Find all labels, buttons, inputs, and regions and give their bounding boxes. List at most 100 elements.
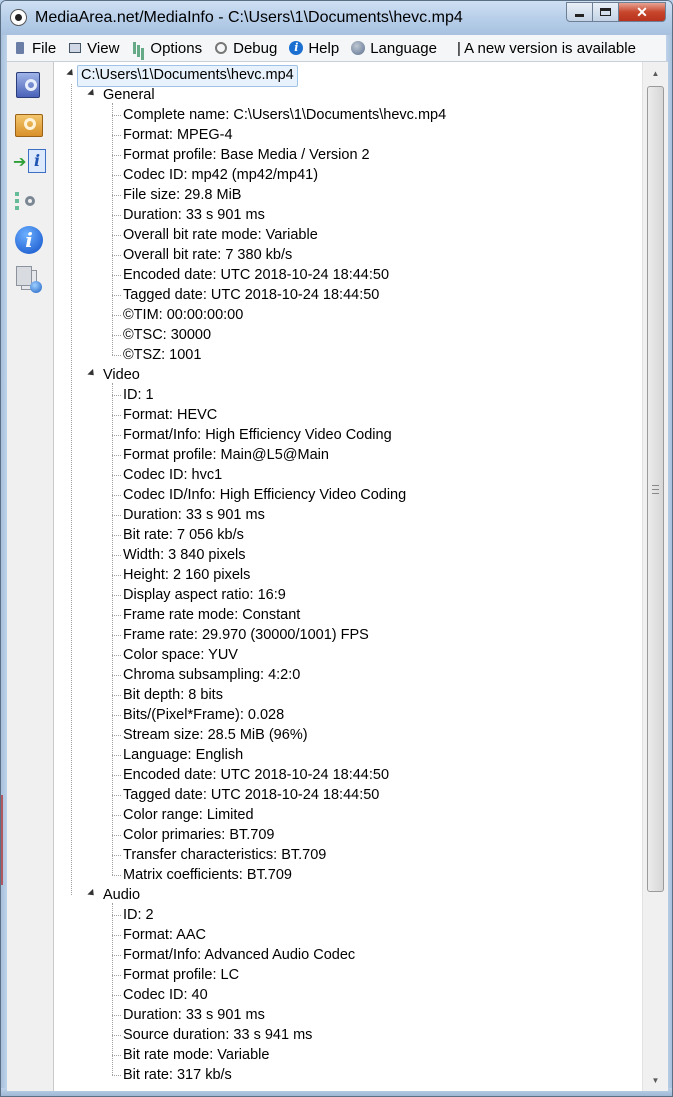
knowledge-base-button[interactable] <box>13 264 45 296</box>
tree-item[interactable]: Format: HEVC <box>123 405 217 425</box>
open-folder-button[interactable] <box>13 106 45 138</box>
tree-root-node[interactable]: C:\Users\1\Documents\hevc.mp4 <box>77 65 298 87</box>
tree-item[interactable]: Duration: 33 s 901 ms <box>123 1005 265 1025</box>
tree-item[interactable]: Bit rate: 7 056 kb/s <box>123 525 244 545</box>
minimize-button[interactable] <box>566 2 593 22</box>
about-button[interactable] <box>13 224 45 256</box>
maximize-button[interactable] <box>593 2 619 22</box>
tree-item[interactable]: Width: 3 840 pixels <box>123 545 246 565</box>
tree-item[interactable]: Frame rate: 29.970 (30000/1001) FPS <box>123 625 369 645</box>
tree-item[interactable]: Color space: YUV <box>123 645 238 665</box>
tree-item[interactable]: Bit rate mode: Variable <box>123 1045 269 1065</box>
tree-item[interactable]: Display aspect ratio: 16:9 <box>123 585 286 605</box>
tree-item[interactable]: Complete name: C:\Users\1\Documents\hevc… <box>123 105 446 125</box>
tree-item[interactable]: Format: MPEG-4 <box>123 125 233 145</box>
side-toolbar <box>7 62 54 1091</box>
scroll-down-arrow-icon[interactable]: ▼ <box>643 1069 668 1091</box>
tree-item[interactable]: Duration: 33 s 901 ms <box>123 505 265 525</box>
info-tree-view[interactable]: C:\Users\1\Documents\hevc.mp4 General Com… <box>54 62 642 1091</box>
language-globe-icon <box>351 41 366 55</box>
root-expander-icon[interactable] <box>66 68 76 79</box>
menu-language[interactable]: Language <box>345 40 443 57</box>
tree-connector-line <box>112 855 121 856</box>
menu-view[interactable]: View <box>62 40 125 57</box>
tree-item[interactable]: Encoded date: UTC 2018-10-24 18:44:50 <box>123 265 389 285</box>
tree-section-audio[interactable]: Audio <box>103 885 140 905</box>
scroll-up-arrow-icon[interactable]: ▲ <box>643 62 668 84</box>
tree-item[interactable]: Tagged date: UTC 2018-10-24 18:44:50 <box>123 785 379 805</box>
tree-item[interactable]: Bit depth: 8 bits <box>123 685 223 705</box>
tree-item[interactable]: File size: 29.8 MiB <box>123 185 241 205</box>
new-version-notice[interactable]: | A new version is available <box>457 40 636 57</box>
preferences-button[interactable] <box>13 186 45 218</box>
tree-item[interactable]: Tagged date: UTC 2018-10-24 18:44:50 <box>123 285 379 305</box>
open-file-button[interactable] <box>13 68 45 100</box>
tree-item[interactable]: ID: 1 <box>123 385 154 405</box>
tree-item[interactable]: Format/Info: High Efficiency Video Codin… <box>123 425 392 445</box>
tree-connector-line <box>112 355 121 356</box>
tree-item[interactable]: Format/Info: Advanced Audio Codec <box>123 945 355 965</box>
menu-options[interactable]: Options <box>125 40 208 57</box>
tree-connector-line <box>112 135 121 136</box>
menu-help[interactable]: Help <box>283 40 345 57</box>
menu-help-label: Help <box>308 39 340 57</box>
tree-item[interactable]: ©TSZ: 1001 <box>123 345 201 365</box>
tree-connector-line <box>112 815 121 816</box>
tree-item[interactable]: Overall bit rate: 7 380 kb/s <box>123 245 292 265</box>
export-button[interactable] <box>13 146 46 178</box>
tree-section-general[interactable]: General <box>103 85 155 105</box>
tree-connector-line <box>112 455 121 456</box>
tree-item[interactable]: Matrix coefficients: BT.709 <box>123 865 292 885</box>
help-icon <box>289 41 304 55</box>
tree-item[interactable]: Format profile: LC <box>123 965 239 985</box>
tree-item[interactable]: Format: AAC <box>123 925 206 945</box>
tree-item[interactable]: Format profile: Main@L5@Main <box>123 445 329 465</box>
minimize-icon <box>575 13 584 17</box>
vertical-scrollbar[interactable]: ▲ ▼ <box>642 62 668 1091</box>
tree-section-video[interactable]: Video <box>103 365 140 385</box>
section-expander-icon[interactable] <box>87 888 97 899</box>
section-expander-icon[interactable] <box>87 368 97 379</box>
tree-item[interactable]: Chroma subsampling: 4:2:0 <box>123 665 300 685</box>
tree-connector-line <box>112 335 121 336</box>
tree-item[interactable]: Color range: Limited <box>123 805 254 825</box>
mediainfo-app-icon[interactable] <box>10 9 27 26</box>
tree-item[interactable]: Duration: 33 s 901 ms <box>123 205 265 225</box>
tree-item[interactable]: Encoded date: UTC 2018-10-24 18:44:50 <box>123 765 389 785</box>
tree-item[interactable]: Format profile: Base Media / Version 2 <box>123 145 370 165</box>
tree-item[interactable]: Height: 2 160 pixels <box>123 565 250 585</box>
tree-item[interactable]: Frame rate mode: Constant <box>123 605 300 625</box>
menu-file[interactable]: File <box>7 40 62 57</box>
close-button[interactable]: ✕ <box>619 2 666 22</box>
section-expander-icon[interactable] <box>87 88 97 99</box>
tree-item[interactable]: Codec ID: hvc1 <box>123 465 222 485</box>
scrollbar-thumb[interactable] <box>647 86 664 892</box>
menu-language-label: Language <box>370 39 437 57</box>
tree-item[interactable]: Codec ID/Info: High Efficiency Video Cod… <box>123 485 406 505</box>
mediainfo-window: MediaArea.net/MediaInfo - C:\Users\1\Doc… <box>0 0 673 1097</box>
tree-item[interactable]: Source duration: 33 s 941 ms <box>123 1025 312 1045</box>
tree-item[interactable]: Bit rate: 317 kb/s <box>123 1065 232 1085</box>
tree-item[interactable]: Color primaries: BT.709 <box>123 825 275 845</box>
title-bar[interactable]: MediaArea.net/MediaInfo - C:\Users\1\Doc… <box>1 1 672 35</box>
tree-item[interactable]: Codec ID: mp42 (mp42/mp41) <box>123 165 318 185</box>
tree-connector-line <box>112 115 121 116</box>
tree-item[interactable]: ID: 2 <box>123 905 154 925</box>
tree-item[interactable]: ©TSC: 30000 <box>123 325 211 345</box>
maximize-icon <box>600 8 611 16</box>
tree-connector-line <box>112 835 121 836</box>
tree-item[interactable]: Stream size: 28.5 MiB (96%) <box>123 725 308 745</box>
tree-item[interactable]: Language: English <box>123 745 243 765</box>
tree-item[interactable]: Bits/(Pixel*Frame): 0.028 <box>123 705 284 725</box>
menu-file-label: File <box>32 39 57 57</box>
menu-options-label: Options <box>150 39 203 57</box>
tree-item[interactable]: Codec ID: 40 <box>123 985 208 1005</box>
tree-item[interactable]: Transfer characteristics: BT.709 <box>123 845 326 865</box>
debug-icon <box>214 41 228 55</box>
tree-connector-line <box>112 295 121 296</box>
tree-connector-line <box>112 1035 121 1036</box>
tree-item[interactable]: ©TIM: 00:00:00:00 <box>123 305 243 325</box>
tree-connector-line <box>112 975 121 976</box>
menu-debug[interactable]: Debug <box>208 40 283 57</box>
tree-item[interactable]: Overall bit rate mode: Variable <box>123 225 318 245</box>
